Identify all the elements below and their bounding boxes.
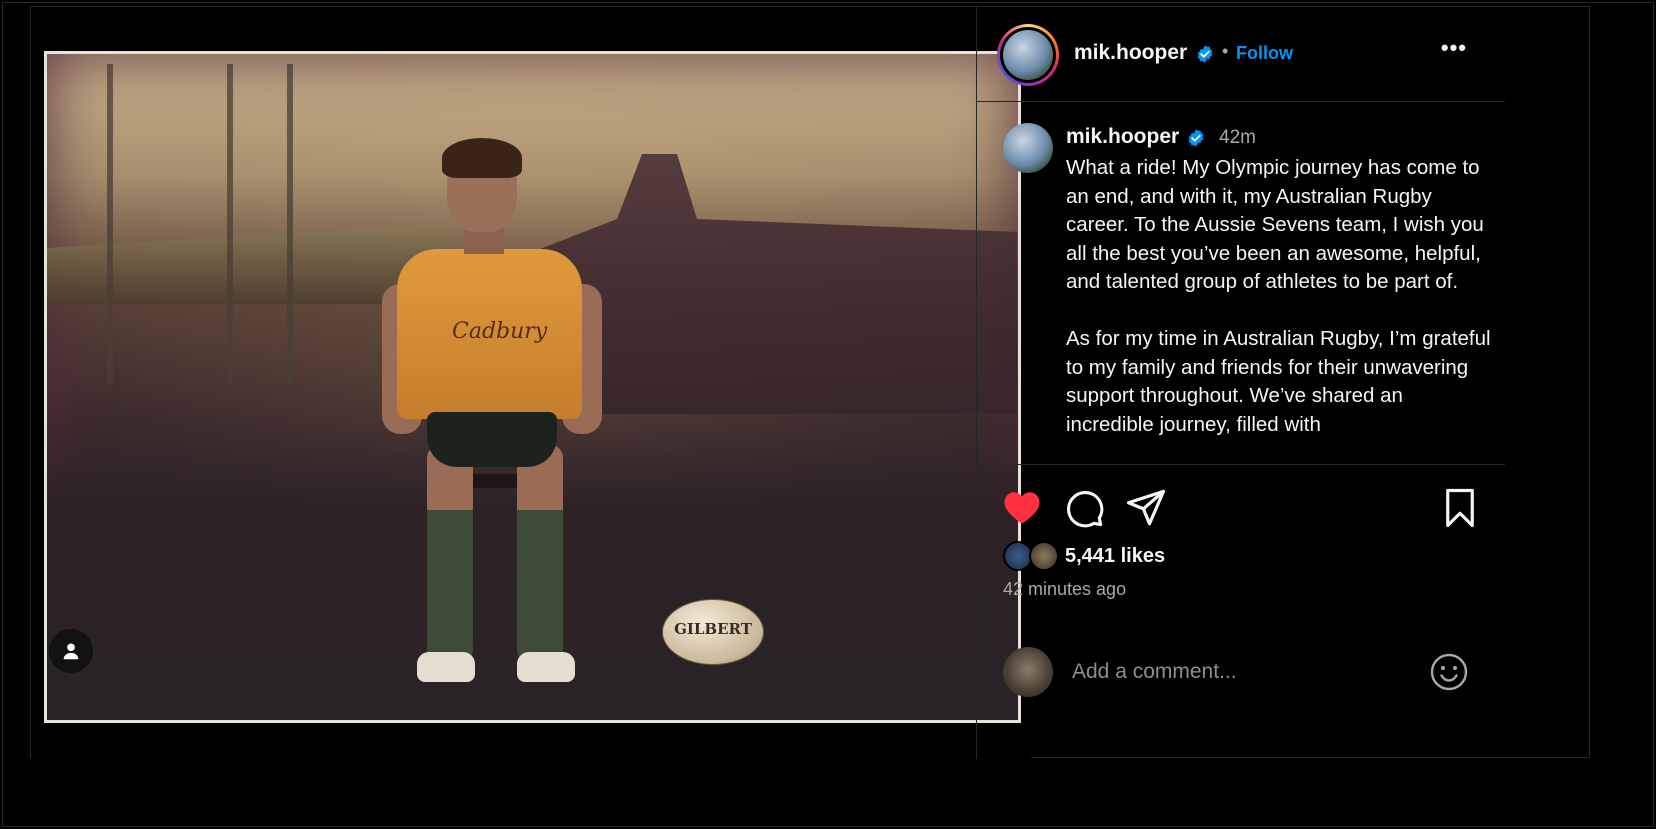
caption-avatar[interactable] — [1003, 123, 1053, 173]
heart-icon[interactable] — [1001, 487, 1043, 529]
player-boot — [517, 652, 575, 682]
verified-badge-icon — [1188, 129, 1204, 147]
player-leg — [427, 444, 473, 664]
likes-count[interactable]: 5,441 likes — [1065, 545, 1165, 568]
player-jersey: Cadbury — [397, 249, 582, 419]
action-bar — [977, 487, 1505, 531]
caption-username[interactable]: mik.hooper — [1066, 125, 1179, 149]
jersey-sponsor-text: Cadbury — [452, 319, 548, 344]
verified-badge-icon — [1197, 45, 1213, 63]
player-boot — [417, 652, 475, 682]
comment-composer — [977, 637, 1505, 707]
ball-brand-text: GILBERT — [674, 620, 752, 638]
player-hair — [442, 138, 522, 178]
follow-button[interactable]: Follow — [1236, 43, 1293, 64]
post-dialog: Cadbury GILBERT mik.hooper • Follow ••• … — [30, 6, 1590, 759]
post-timestamp[interactable]: 42 minutes ago — [1003, 579, 1126, 600]
caption-section: mik.hooper 42m What a ride! My Olympic j… — [977, 103, 1505, 465]
light-pole — [227, 64, 233, 384]
story-ring[interactable] — [997, 24, 1059, 86]
user-icon — [63, 643, 79, 660]
comment-icon[interactable] — [1063, 487, 1105, 529]
rugby-ball: GILBERT — [662, 599, 764, 665]
header-username[interactable]: mik.hooper — [1074, 41, 1187, 65]
tagged-users-button[interactable] — [49, 629, 93, 673]
light-pole — [287, 64, 293, 384]
caption-time[interactable]: 42m — [1219, 127, 1256, 149]
post-media: Cadbury GILBERT — [31, 7, 1031, 759]
comment-input[interactable] — [1072, 655, 1402, 689]
save-bookmark-icon[interactable] — [1439, 487, 1481, 529]
avatar — [1003, 30, 1053, 80]
current-user-avatar — [1003, 647, 1053, 697]
liker-avatar — [1029, 541, 1059, 571]
post-header: mik.hooper • Follow ••• — [977, 7, 1505, 102]
liked-by-avatars[interactable] — [1003, 541, 1063, 573]
caption-text: What a ride! My Olympic journey has come… — [1066, 156, 1491, 436]
post-photo[interactable]: Cadbury GILBERT — [44, 51, 1021, 723]
emoji-icon[interactable] — [1429, 652, 1469, 692]
player-shorts — [427, 412, 557, 467]
window-frame: Cadbury GILBERT mik.hooper • Follow ••• … — [2, 2, 1654, 827]
header-separator: • — [1222, 41, 1229, 61]
share-icon[interactable] — [1125, 487, 1167, 529]
light-pole — [107, 64, 113, 384]
more-options-icon[interactable]: ••• — [1441, 35, 1467, 61]
post-sidebar: mik.hooper • Follow ••• mik.hooper 42m W… — [976, 7, 1505, 759]
player-leg — [517, 444, 563, 664]
player-figure: Cadbury — [382, 138, 602, 704]
